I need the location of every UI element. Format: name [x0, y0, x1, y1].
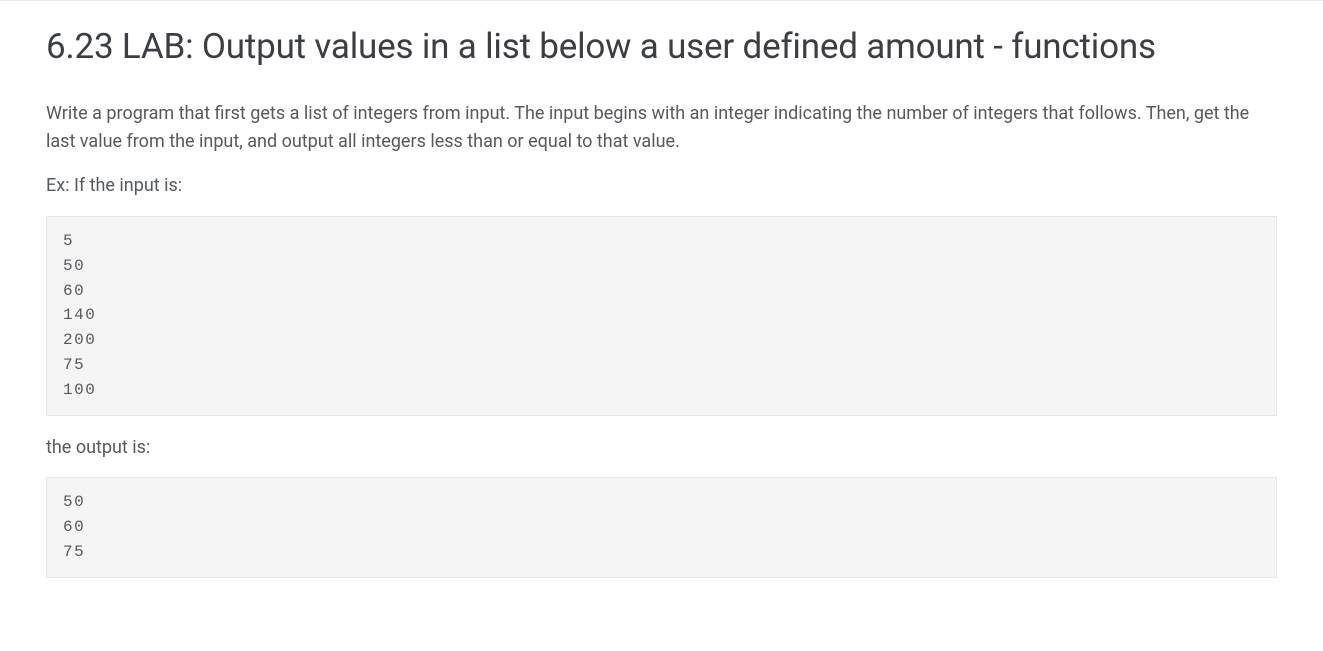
example-input-label: Ex: If the input is: [46, 172, 1277, 200]
example-output-block: 50 60 75 [46, 477, 1277, 577]
example-output-label: the output is: [46, 434, 1277, 462]
example-input-block: 5 50 60 140 200 75 100 [46, 216, 1277, 416]
lab-title: 6.23 LAB: Output values in a list below … [46, 23, 1277, 70]
lab-content: 6.23 LAB: Output values in a list below … [0, 1, 1323, 616]
lab-description: Write a program that first gets a list o… [46, 100, 1277, 156]
